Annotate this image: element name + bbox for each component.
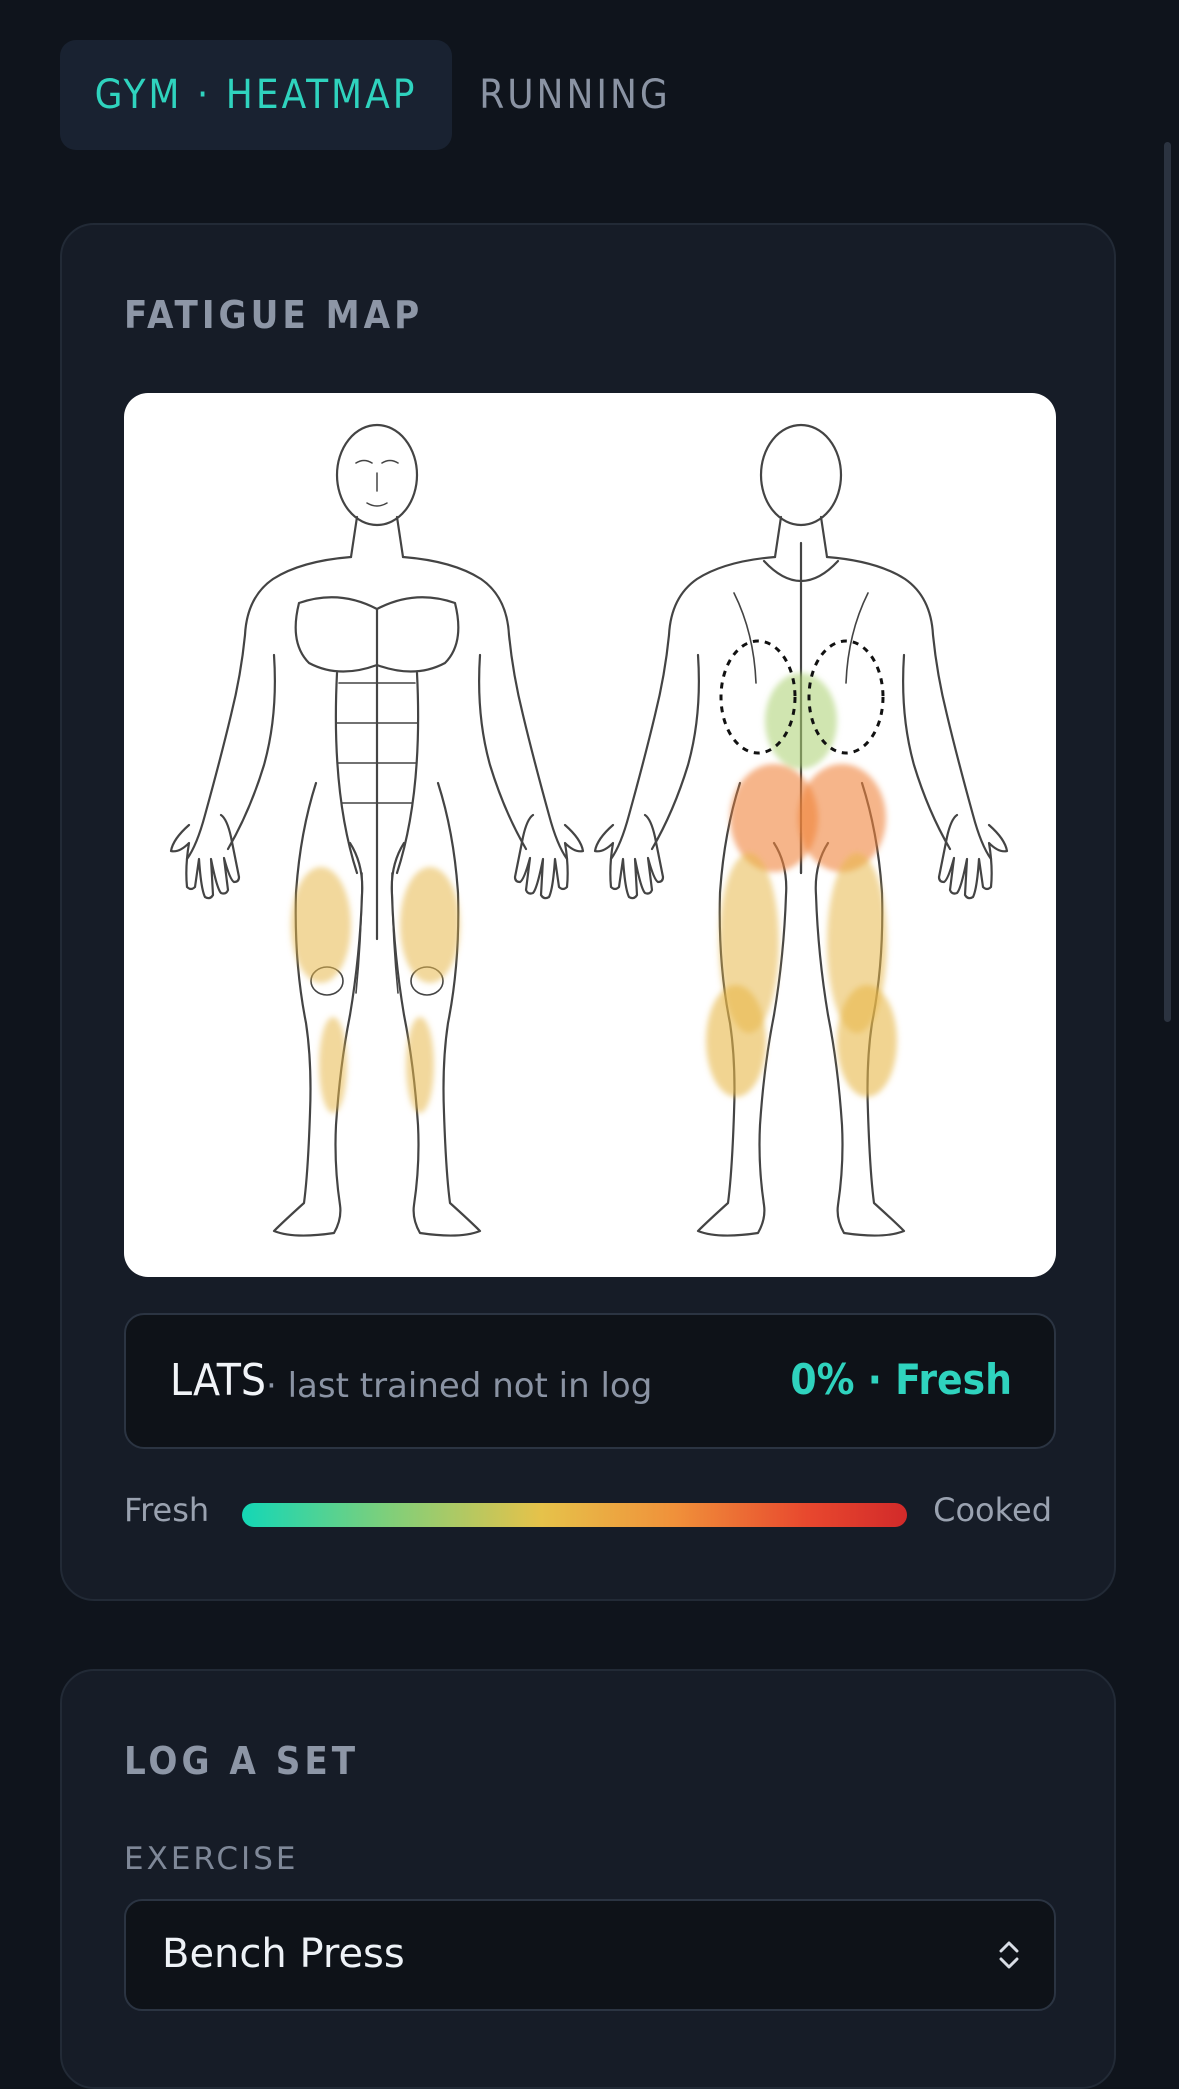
exercise-label: EXERCISE	[124, 1841, 299, 1877]
front-body-figure	[169, 423, 585, 1237]
back-heat-overlays	[706, 673, 897, 1097]
body-heatmap[interactable]	[124, 393, 1056, 1277]
selected-muscle-name: LATS	[170, 1355, 267, 1406]
log-set-title: LOG A SET	[124, 1739, 360, 1783]
fatigue-gradient-legend	[242, 1503, 907, 1527]
fatigue-map-card: FATIGUE MAP LATS · last trained not in l…	[60, 223, 1116, 1601]
selected-muscle-detail: · last trained not in log	[266, 1366, 653, 1406]
mode-tabs: GYM · HEATMAP RUNNING	[60, 40, 780, 150]
legend-high-label: Cooked	[933, 1491, 1052, 1529]
front-heat-overlays	[291, 867, 460, 1113]
muscle-info-bar: LATS · last trained not in log 0% · Fres…	[124, 1313, 1056, 1449]
fatigue-map-title: FATIGUE MAP	[124, 293, 424, 337]
tab-gym-heatmap[interactable]: GYM · HEATMAP	[60, 40, 452, 150]
scrollbar[interactable]	[1164, 142, 1171, 1022]
exercise-select[interactable]: Bench Press	[124, 1899, 1056, 2011]
log-set-card: LOG A SET EXERCISE Bench Press	[60, 1669, 1116, 2089]
updown-chevron-icon	[999, 1941, 1019, 1969]
exercise-select-value: Bench Press	[162, 1931, 405, 1977]
legend-low-label: Fresh	[124, 1491, 210, 1529]
tab-running[interactable]: RUNNING	[472, 40, 678, 150]
fatigue-status: 0% · Fresh	[790, 1355, 1012, 1404]
